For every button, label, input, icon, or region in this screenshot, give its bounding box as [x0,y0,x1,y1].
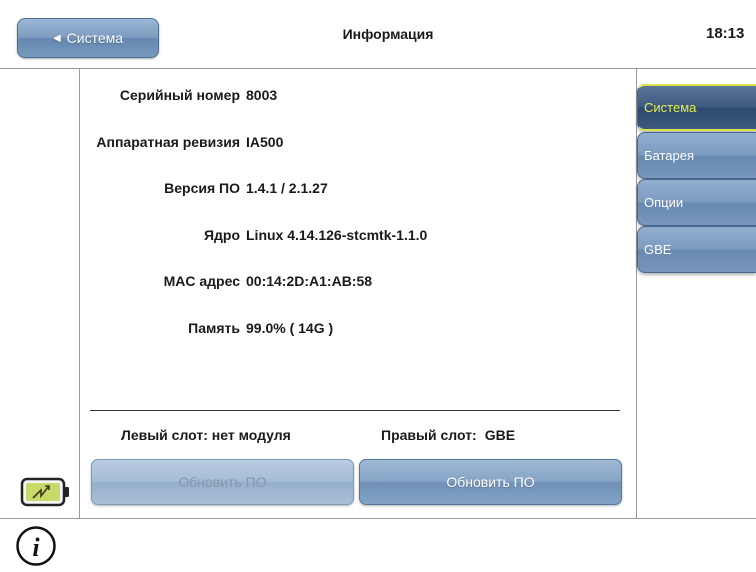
tab-gbe[interactable]: GBE [637,226,756,273]
tab-battery[interactable]: Батарея [637,132,756,179]
memory-label: Память [188,320,240,336]
left-slot-label: Левый слот: [121,427,208,443]
update-left-slot-button[interactable]: Обновить ПО [91,459,354,505]
bottom-divider [0,518,756,519]
tab-system-label: Система [644,100,697,115]
left-slot-value: нет модуля [211,427,291,443]
update-left-slot-label: Обновить ПО [178,474,267,490]
info-row-kernel: Ядро Linux 4.14.126-stcmtk-1.1.0 [80,227,635,251]
mac-value: 00:14:2D:A1:AB:58 [246,273,373,289]
kernel-value: Linux 4.14.126-stcmtk-1.1.0 [246,227,428,243]
hw-revision-label: Аппаратная ревизия [96,134,240,150]
tab-options[interactable]: Опции [637,179,756,226]
right-slot-status: Правый слот: GBE [381,427,515,443]
sw-version-label: Версия ПО [164,180,240,196]
tab-battery-label: Батарея [644,148,695,163]
back-button-label: Система [66,30,124,46]
top-bar: Информация ◀ Система 18:13 [0,0,756,69]
left-sidebar [0,68,80,518]
clock: 18:13 [706,25,745,42]
info-icon[interactable]: i [15,525,57,567]
svg-text:i: i [32,533,40,562]
tab-options-label: Опции [644,195,684,210]
tab-system[interactable]: Система [637,84,756,131]
right-slot-label: Правый слот: [381,427,477,443]
serial-value: 8003 [246,87,278,103]
back-arrow-icon: ◀ [52,32,61,44]
tab-gbe-label: GBE [644,242,672,257]
right-slot-value: GBE [484,427,516,443]
battery-charging-icon[interactable] [20,476,72,508]
left-slot-status: Левый слот: нет модуля [121,427,291,443]
hw-revision-value: IA500 [246,134,284,150]
info-row-mac: MAC адрес 00:14:2D:A1:AB:58 [80,273,635,297]
section-divider [90,410,620,411]
back-button[interactable]: ◀ Система [17,18,159,58]
sw-version-value: 1.4.1 / 2.1.27 [246,180,328,196]
info-row-memory: Память 99.0% ( 14G ) [80,320,635,344]
info-row-hw-revision: Аппаратная ревизия IA500 [80,134,635,158]
update-right-slot-button[interactable]: Обновить ПО [359,459,622,505]
kernel-label: Ядро [203,227,240,243]
info-row-serial: Серийный номер 8003 [80,87,635,111]
mac-label: MAC адрес [163,273,240,289]
update-right-slot-label: Обновить ПО [446,474,535,490]
serial-label: Серийный номер [119,87,240,103]
memory-value: 99.0% ( 14G ) [246,320,334,336]
info-row-sw-version: Версия ПО 1.4.1 / 2.1.27 [80,180,635,204]
